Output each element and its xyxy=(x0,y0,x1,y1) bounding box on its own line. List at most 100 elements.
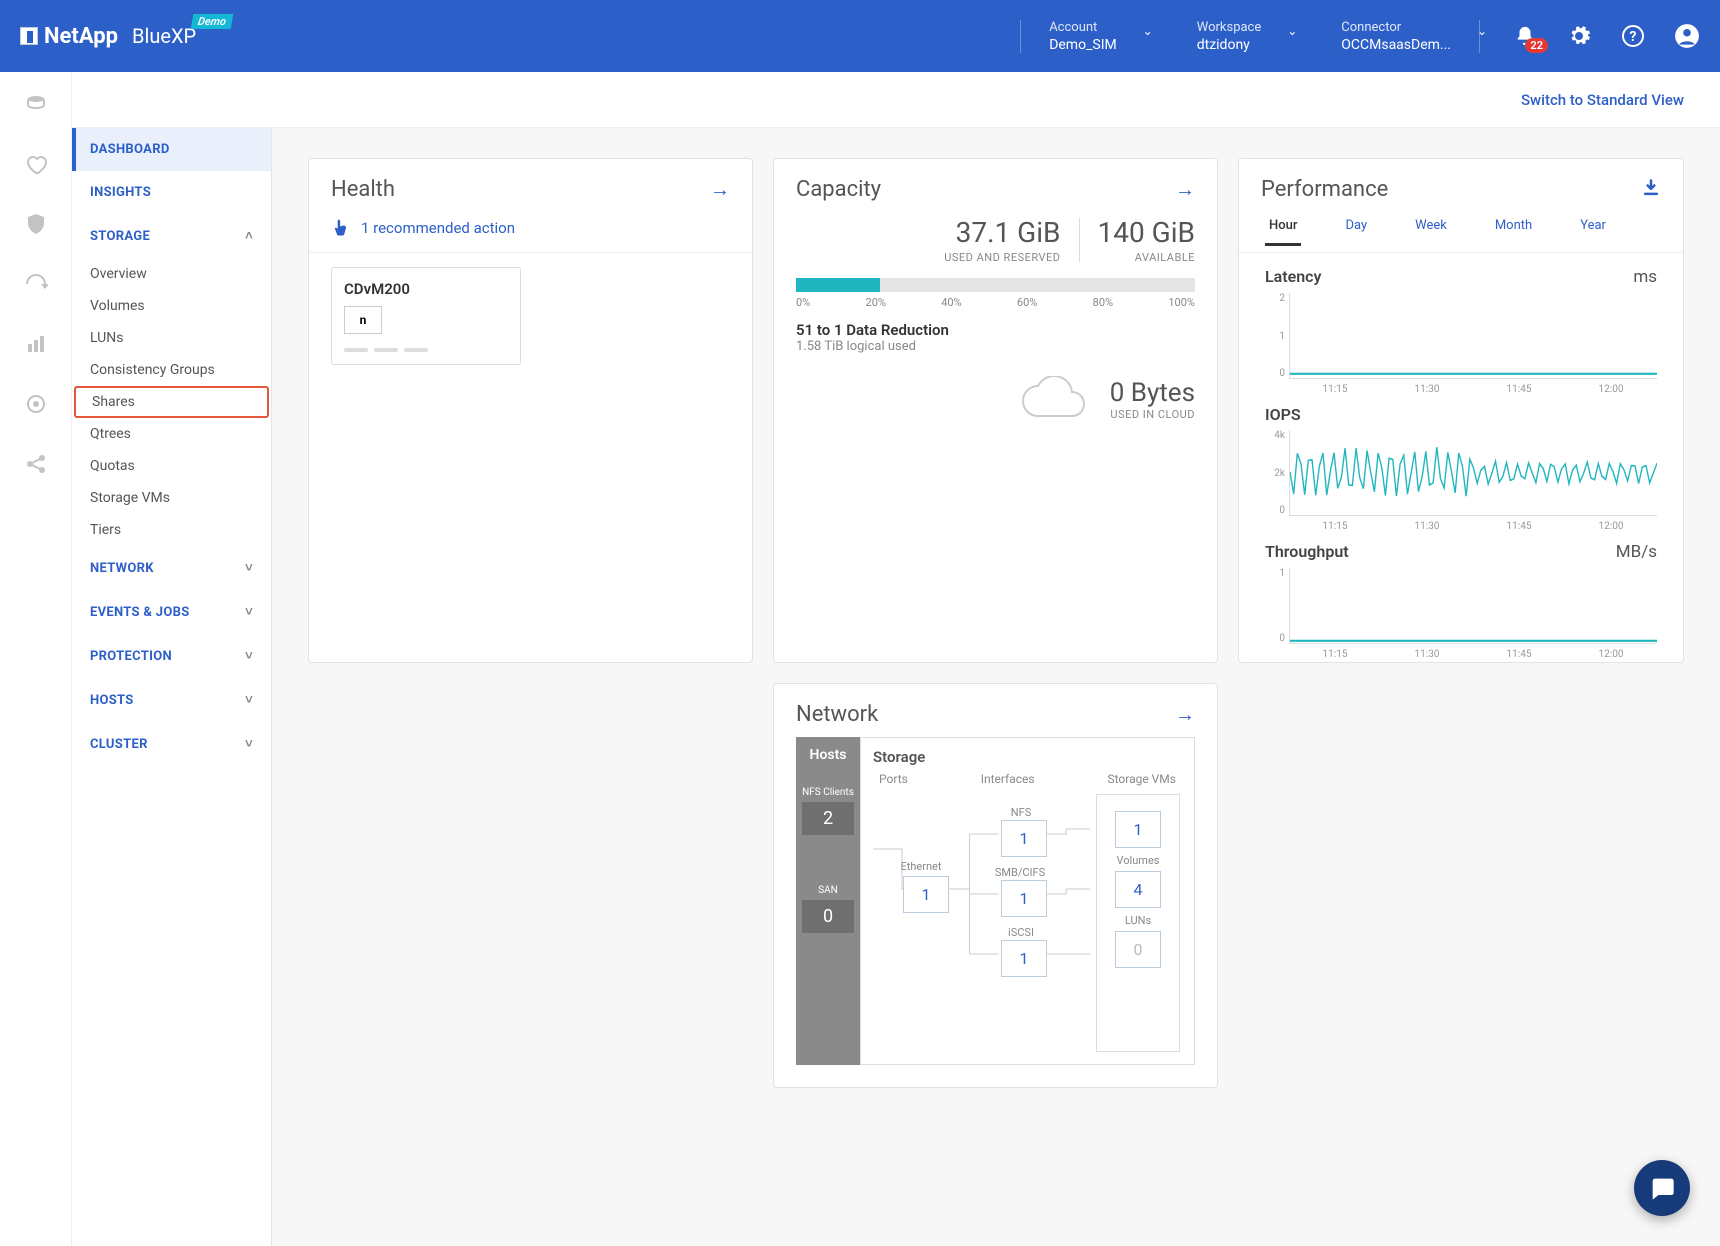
sidebar-item-shares[interactable]: Shares xyxy=(74,386,269,418)
used-value: 37.1 GiB xyxy=(944,216,1060,249)
iops-section: IOPS 4k2k0 11:1511:3011:4512:00 xyxy=(1239,397,1683,534)
performance-card: Performance Hour Day Week Month Year Lat… xyxy=(1238,158,1684,663)
volumes-label: Volumes xyxy=(1097,854,1179,867)
network-storage-col: Storage PortsInterfacesStorage VMs E xyxy=(860,737,1195,1065)
ethernet-box[interactable]: 1 xyxy=(903,876,949,913)
chevron-down-icon: ⌄ xyxy=(1143,24,1153,38)
shield-icon[interactable] xyxy=(24,212,48,236)
health-icon[interactable] xyxy=(24,152,48,176)
capacity-card: Capacity → 37.1 GiB USED AND RESERVED 14… xyxy=(773,158,1218,663)
latency-label: Latency xyxy=(1265,267,1321,286)
left-rail xyxy=(0,72,72,1246)
sidebar-protection[interactable]: PROTECTION˅ xyxy=(72,634,271,678)
sidebar-network[interactable]: NETWORK˅ xyxy=(72,546,271,590)
sidebar-item-overview[interactable]: Overview xyxy=(72,258,271,290)
avail-value: 140 GiB xyxy=(1098,216,1195,249)
sidebar-item-storage-vms[interactable]: Storage VMs xyxy=(72,482,271,514)
nfs-label: NFS xyxy=(991,806,1051,819)
health-arrow-icon[interactable]: → xyxy=(710,177,730,202)
workspace-dropdown[interactable]: Workspace dtzidony ⌄ xyxy=(1177,20,1282,53)
help-icon: ? xyxy=(1621,24,1645,48)
capacity-arrow-icon[interactable]: → xyxy=(1175,177,1195,202)
performance-title: Performance xyxy=(1261,177,1388,202)
connector-value: OCCMsaasDem... xyxy=(1341,37,1451,53)
sidebar-item-tiers[interactable]: Tiers xyxy=(72,514,271,546)
luns-label: LUNs xyxy=(1097,914,1179,927)
cloud-value: 0 Bytes xyxy=(1110,378,1195,408)
share-icon[interactable] xyxy=(24,452,48,476)
sidebar-item-volumes[interactable]: Volumes xyxy=(72,290,271,322)
header-actions: 22 ? xyxy=(1512,23,1700,49)
logo-area: NetApp BlueXPDemo xyxy=(20,24,196,49)
latency-section: Latencyms 210 11:1511:3011:4512:00 xyxy=(1239,259,1683,397)
network-arrow-icon[interactable]: → xyxy=(1175,702,1195,727)
sync-icon[interactable] xyxy=(24,272,48,296)
connector-dropdown[interactable]: Connector OCCMsaasDem... ⌄ xyxy=(1321,20,1471,53)
capacity-bar xyxy=(796,278,1195,292)
tab-hour[interactable]: Hour xyxy=(1265,212,1301,246)
tab-week[interactable]: Week xyxy=(1411,212,1451,246)
netapp-icon xyxy=(20,27,38,45)
settings-button[interactable] xyxy=(1566,23,1592,49)
capacity-ticks: 0%20%40%60%80%100% xyxy=(796,296,1195,309)
analytics-icon[interactable] xyxy=(24,332,48,356)
iscsi-box[interactable]: 1 xyxy=(1001,940,1047,977)
user-button[interactable] xyxy=(1674,23,1700,49)
sidebar-item-quotas[interactable]: Quotas xyxy=(72,450,271,482)
account-value: Demo_SIM xyxy=(1049,37,1117,53)
recommended-action-link[interactable]: 1 recommended action xyxy=(309,212,752,253)
chat-button[interactable] xyxy=(1634,1160,1690,1216)
sidebar-item-consistency-groups[interactable]: Consistency Groups xyxy=(72,354,271,386)
svg-text:?: ? xyxy=(1630,29,1637,45)
switch-view-link[interactable]: Switch to Standard View xyxy=(1521,91,1684,109)
view-switcher[interactable]: Switch to Standard View xyxy=(72,72,1720,128)
sidebar-cluster[interactable]: CLUSTER˅ xyxy=(72,722,271,766)
capacity-available: 140 GiB AVAILABLE xyxy=(1098,216,1195,264)
iops-chart: 4k2k0 11:1511:3011:4512:00 xyxy=(1265,430,1657,530)
data-reduction-title: 51 to 1 Data Reduction xyxy=(774,321,1217,339)
download-button[interactable] xyxy=(1641,178,1661,202)
sidebar-events[interactable]: EVENTS & JOBS˅ xyxy=(72,590,271,634)
sidebar: DASHBOARD INSIGHTS STORAGE˄ Overview Vol… xyxy=(72,128,272,1246)
chevron-down-icon: ˅ xyxy=(245,648,253,664)
sidebar-storage[interactable]: STORAGE˄ xyxy=(72,214,271,258)
account-dropdown[interactable]: Account Demo_SIM ⌄ xyxy=(1029,20,1137,53)
health-title: Health xyxy=(331,177,395,202)
smb-box[interactable]: 1 xyxy=(1001,880,1047,917)
sidebar-insights[interactable]: INSIGHTS xyxy=(72,171,271,214)
bluexp-logo: BlueXPDemo xyxy=(132,24,196,48)
network-title: Network xyxy=(796,702,878,727)
workspace-value: dtzidony xyxy=(1197,37,1262,53)
latency-chart: 210 11:1511:3011:4512:00 xyxy=(1265,293,1657,393)
brand-netapp: NetApp xyxy=(44,24,118,49)
app-header: NetApp BlueXPDemo Account Demo_SIM ⌄ Wor… xyxy=(0,0,1720,72)
chevron-down-icon: ˅ xyxy=(245,604,253,620)
sidebar-item-luns[interactable]: LUNs xyxy=(72,322,271,354)
luns-box[interactable]: 0 xyxy=(1115,931,1161,968)
nfs-clients-value: 2 xyxy=(802,802,854,835)
sidebar-hosts[interactable]: HOSTS˅ xyxy=(72,678,271,722)
nfs-box[interactable]: 1 xyxy=(1001,820,1047,857)
notifications-button[interactable]: 22 xyxy=(1512,23,1538,49)
used-label: USED AND RESERVED xyxy=(944,251,1060,264)
svm-count-box[interactable]: 1 xyxy=(1115,811,1161,848)
capacity-used: 37.1 GiB USED AND RESERVED xyxy=(944,216,1060,264)
sidebar-item-qtrees[interactable]: Qtrees xyxy=(72,418,271,450)
tab-day[interactable]: Day xyxy=(1341,212,1371,246)
network-hosts-col: Hosts NFS Clients 2 SAN 0 xyxy=(796,737,860,1065)
workspace-label: Workspace xyxy=(1197,20,1262,35)
chat-icon xyxy=(1648,1174,1676,1202)
san-label: SAN xyxy=(796,885,860,896)
download-icon xyxy=(1641,178,1661,198)
system-tile[interactable]: CDvM200 n xyxy=(331,267,521,365)
chevron-down-icon: ⌄ xyxy=(1477,24,1487,38)
capacity-title: Capacity xyxy=(796,177,881,202)
volumes-box[interactable]: 4 xyxy=(1115,871,1161,908)
tab-year[interactable]: Year xyxy=(1576,212,1610,246)
storage-icon[interactable] xyxy=(24,92,48,116)
chevron-down-icon: ˅ xyxy=(245,736,253,752)
help-button[interactable]: ? xyxy=(1620,23,1646,49)
extensions-icon[interactable] xyxy=(24,392,48,416)
tab-month[interactable]: Month xyxy=(1491,212,1536,246)
sidebar-dashboard[interactable]: DASHBOARD xyxy=(72,128,271,171)
